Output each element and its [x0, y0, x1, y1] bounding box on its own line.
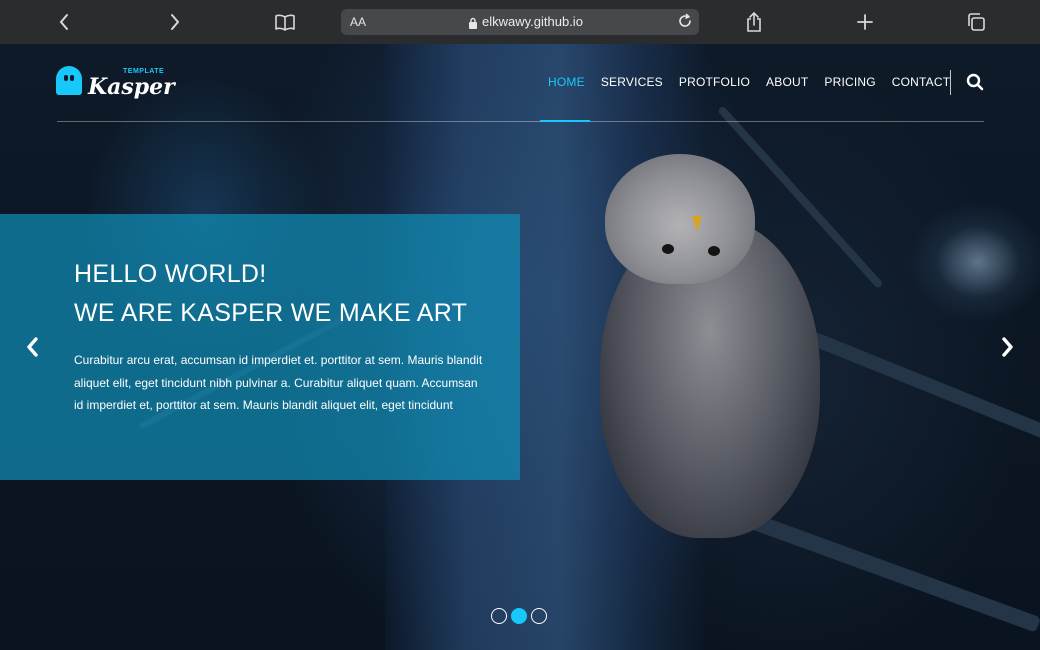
tabs-icon[interactable]: [962, 8, 990, 36]
nav-home[interactable]: HOME: [548, 75, 585, 91]
share-icon[interactable]: [740, 8, 768, 36]
nav-about[interactable]: ABOUT: [766, 75, 808, 91]
browser-toolbar: AA elkwawy.github.io: [0, 0, 1040, 44]
hero-caption: HELLO WORLD! WE ARE KASPER WE MAKE ART C…: [0, 214, 520, 480]
nav-underline: [57, 121, 984, 122]
slide-bullet-3[interactable]: [531, 608, 547, 624]
reload-icon[interactable]: [677, 13, 693, 34]
slide-bullet-1[interactable]: [491, 608, 507, 624]
nav-divider: [950, 70, 951, 95]
nav-pricing[interactable]: PRICING: [824, 75, 875, 91]
chevron-right-icon[interactable]: [996, 333, 1020, 361]
book-icon[interactable]: [271, 8, 299, 36]
back-icon[interactable]: [50, 8, 78, 36]
search-icon[interactable]: [966, 73, 984, 96]
address-bar[interactable]: AA elkwawy.github.io: [341, 9, 699, 35]
slide-bullet-2[interactable]: [511, 608, 527, 624]
ghost-icon: [56, 66, 82, 95]
owl-beak: [692, 216, 702, 232]
nav-portfolio[interactable]: PROTFOLIO: [679, 75, 750, 91]
lock-icon: [468, 16, 478, 34]
hero-heading-line2: WE ARE KASPER WE MAKE ART: [74, 299, 468, 327]
kasper-logo[interactable]: TEMPLATE Kasper: [56, 64, 175, 100]
nav-active-indicator: [540, 120, 590, 122]
url-text: elkwawy.github.io: [482, 14, 583, 29]
nav-contact[interactable]: CONTACT: [892, 75, 951, 91]
plus-icon[interactable]: [851, 8, 879, 36]
nav-services[interactable]: SERVICES: [601, 75, 663, 91]
main-nav: HOME SERVICES PROTFOLIO ABOUT PRICING CO…: [548, 75, 950, 91]
hero-heading-line1: HELLO WORLD!: [74, 260, 267, 288]
chevron-left-icon[interactable]: [20, 333, 44, 361]
reader-button[interactable]: AA: [350, 15, 366, 29]
slider-bullets: [491, 608, 547, 624]
owl-eye-right: [708, 246, 720, 256]
owl-head: [605, 154, 755, 284]
hero-text: Curabitur arcu erat, accumsan id imperdi…: [74, 353, 483, 412]
owl-eye-left: [662, 244, 674, 254]
logo-name: Kasper: [88, 74, 175, 100]
forward-icon[interactable]: [161, 8, 189, 36]
